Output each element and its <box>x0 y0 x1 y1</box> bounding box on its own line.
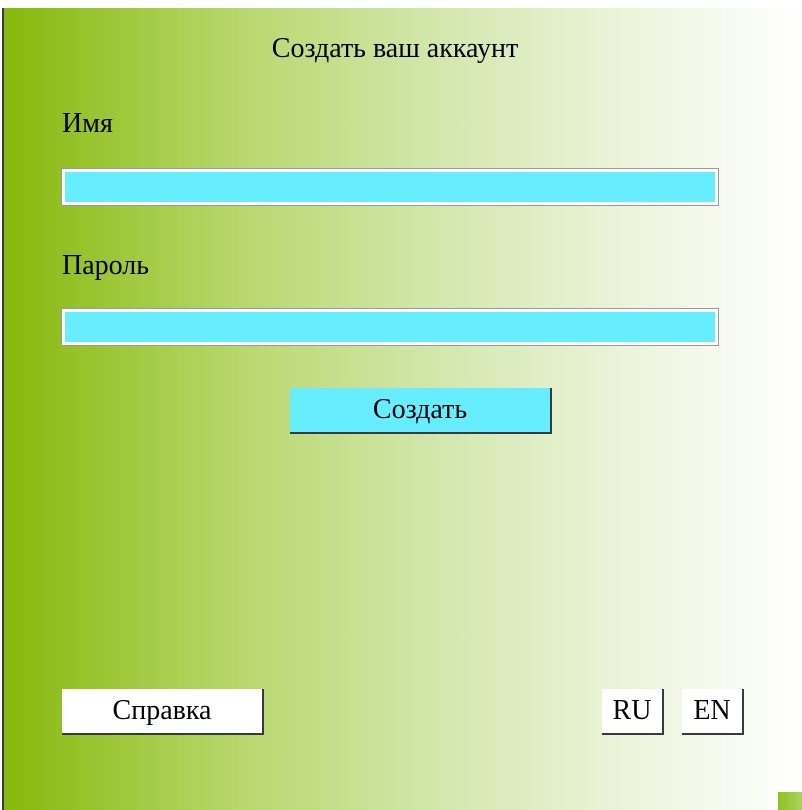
registration-window: Создать ваш аккаунт Имя Пароль Создать С… <box>2 8 802 810</box>
language-en-button[interactable]: EN <box>682 689 744 735</box>
resize-grip-icon[interactable] <box>778 792 802 810</box>
password-input[interactable] <box>61 308 719 346</box>
create-account-button[interactable]: Создать <box>290 388 552 434</box>
name-label: Имя <box>62 108 113 139</box>
help-button[interactable]: Справка <box>62 689 264 735</box>
password-label: Пароль <box>62 250 150 281</box>
language-ru-button[interactable]: RU <box>602 689 664 735</box>
page-title: Создать ваш аккаунт <box>271 33 519 64</box>
name-input[interactable] <box>61 168 719 206</box>
